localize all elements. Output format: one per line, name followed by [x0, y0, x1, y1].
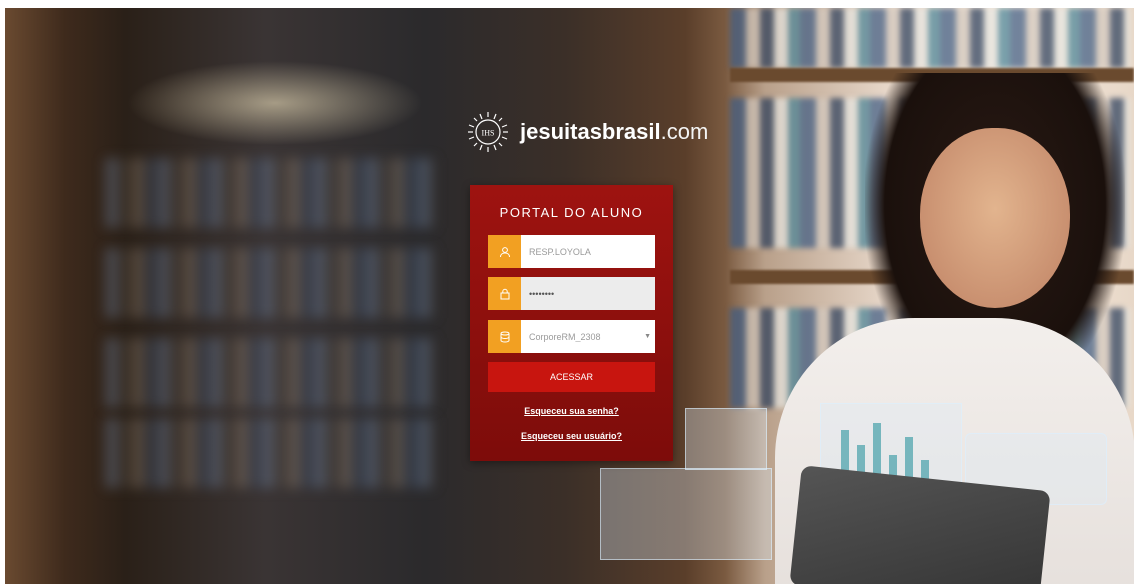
brand-name: jesuitasbrasil.com [520, 119, 709, 144]
forgot-password-link[interactable]: Esqueceu sua senha? [470, 406, 673, 416]
user-icon [488, 235, 521, 268]
lock-icon [488, 277, 521, 310]
bookshelf-blur [105, 418, 435, 488]
database-icon [488, 320, 521, 353]
seal-letters: IHS [482, 129, 495, 138]
password-input[interactable] [521, 277, 655, 310]
database-field: CorporeRM_2308 ▼ [488, 320, 655, 353]
bookshelf-blur [105, 158, 435, 228]
login-button[interactable]: ACESSAR [488, 362, 655, 392]
forgot-user-link[interactable]: Esqueceu seu usuário? [470, 431, 673, 441]
brand-logo: IHS jesuitasbrasil.com [462, 110, 708, 154]
username-field [488, 235, 655, 268]
database-select[interactable]: CorporeRM_2308 [521, 320, 655, 353]
bookshelf-right [730, 8, 1130, 68]
username-input[interactable] [521, 235, 655, 268]
hologram-panel [685, 408, 767, 470]
bookshelf-blur [105, 248, 435, 318]
hologram-map [600, 468, 772, 560]
password-field [488, 277, 655, 310]
bookshelf-blur [105, 338, 435, 408]
panel-title: PORTAL DO ALUNO [499, 205, 644, 220]
student-face [920, 128, 1070, 308]
jesuit-seal-icon: IHS [468, 112, 508, 152]
login-panel: PORTAL DO ALUNO CorporeRM_2308 ▼ ACESSAR… [470, 185, 673, 461]
